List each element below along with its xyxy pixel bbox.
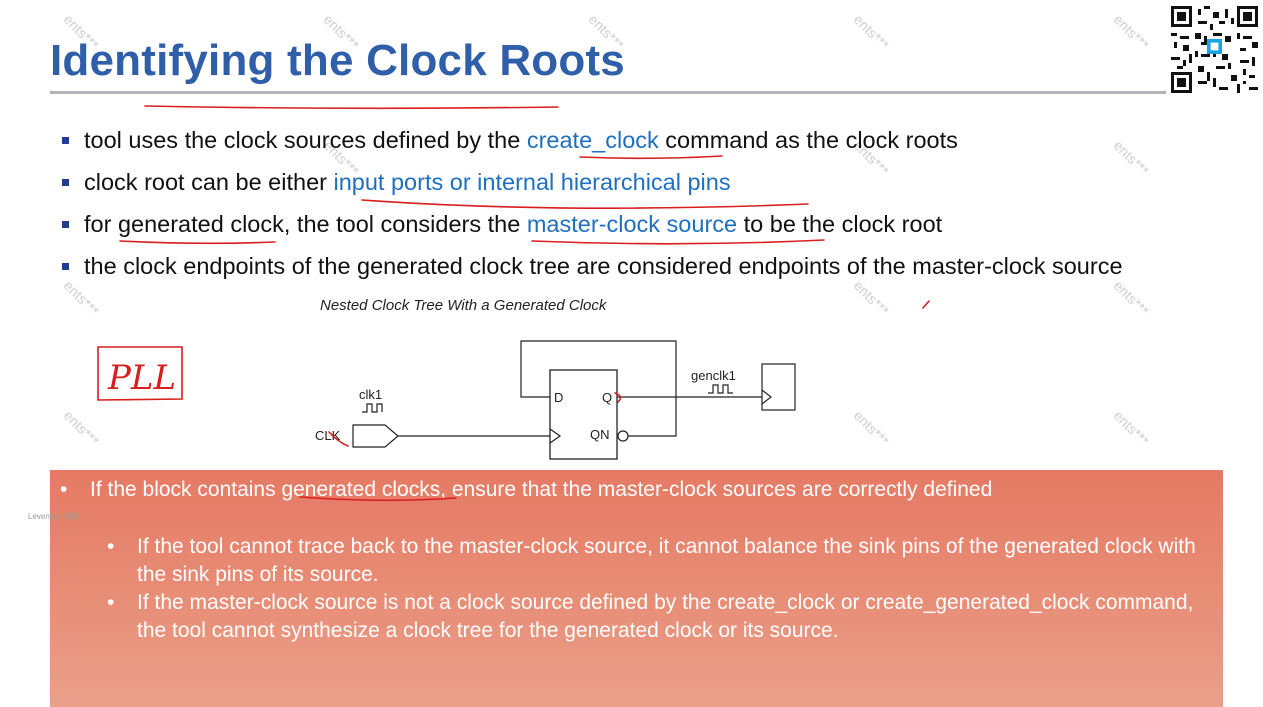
callout-main-text: If the block contains generated clocks, … (90, 478, 993, 501)
bullet-marker (62, 263, 69, 270)
bullet-item: clock root can be either input ports or … (60, 168, 1180, 196)
callout-bullet-dot: • (60, 478, 68, 501)
callout-sub-text: If the master-clock source is not a cloc… (137, 591, 1194, 642)
flip-flop (549, 369, 618, 460)
callout-bullet-dot: • (107, 535, 115, 558)
watermark-text: ents*** (60, 407, 103, 449)
diagram-caption: Nested Clock Tree With a Generated Clock (320, 297, 608, 314)
watermark-text: ents*** (1110, 407, 1153, 449)
pll-handwriting: PLL (107, 358, 176, 398)
pen-mark (922, 300, 930, 309)
clk-port-label: CLK (315, 428, 341, 443)
bullet-text: tool uses the clock sources defined by t… (84, 127, 527, 153)
flip-flop-qn-pin: QN (590, 427, 610, 442)
watermark-text: ents*** (850, 11, 893, 53)
slide: ents*** ents*** ents*** ents*** ents*** … (0, 0, 1263, 707)
qr-code-icon[interactable] (1170, 6, 1259, 93)
bullet-text: for generated clock, the tool considers … (84, 211, 527, 237)
bullet-highlight: input ports or internal hierarchical pin… (333, 169, 731, 195)
bullet-highlight: create_clock (526, 127, 659, 153)
bullet-text: to be the clock root (737, 211, 943, 237)
clock-tree-diagram: Nested Clock Tree With a Generated Clock… (315, 297, 796, 460)
callout-bullet-dot: • (107, 591, 115, 614)
genclk-sink-box (761, 363, 796, 411)
callout-sub-bullet: • If the tool cannot trace back to the m… (107, 533, 1217, 589)
inverter-bubble (617, 430, 629, 442)
callout-sub-bullet: • If the master-clock source is not a cl… (107, 589, 1217, 645)
bullet-text: clock root can be either (84, 169, 334, 195)
flip-flop-d-pin: D (554, 390, 563, 405)
author-watermark: Leventsai2023 (28, 512, 81, 521)
slide-title: Identifying the Clock Roots (50, 36, 625, 85)
clk-input-port (352, 424, 399, 448)
title-divider (50, 91, 1166, 94)
bullet-list: tool uses the clock sources defined by t… (60, 126, 1180, 294)
note-callout: • If the block contains generated clocks… (50, 470, 1223, 707)
bullet-marker (62, 137, 69, 144)
bullet-highlight: master-clock source (526, 211, 738, 237)
watermark-text: ents*** (850, 407, 893, 449)
watermark-text: ents*** (1110, 11, 1153, 53)
genclk-waveform-icon (708, 384, 733, 394)
clk1-label: clk1 (359, 387, 382, 402)
pen-underline (144, 105, 559, 110)
bullet-marker (62, 179, 69, 186)
pll-box (97, 346, 183, 401)
genclk-label: genclk1 (691, 368, 736, 383)
flip-flop-q-pin: Q (602, 390, 612, 405)
bullet-text: command as the clock roots (658, 127, 958, 153)
bullet-marker (62, 221, 69, 228)
bullet-item: the clock endpoints of the generated clo… (60, 252, 1180, 280)
callout-main-bullet: • If the block contains generated clocks… (60, 476, 1090, 504)
callout-sub-text: If the tool cannot trace back to the mas… (137, 535, 1196, 586)
bullet-item: for generated clock, the tool considers … (60, 210, 1180, 238)
bullet-text: the clock endpoints of the generated clo… (84, 253, 1123, 279)
bullet-item: tool uses the clock sources defined by t… (60, 126, 1180, 154)
clk1-waveform-icon (362, 403, 383, 413)
